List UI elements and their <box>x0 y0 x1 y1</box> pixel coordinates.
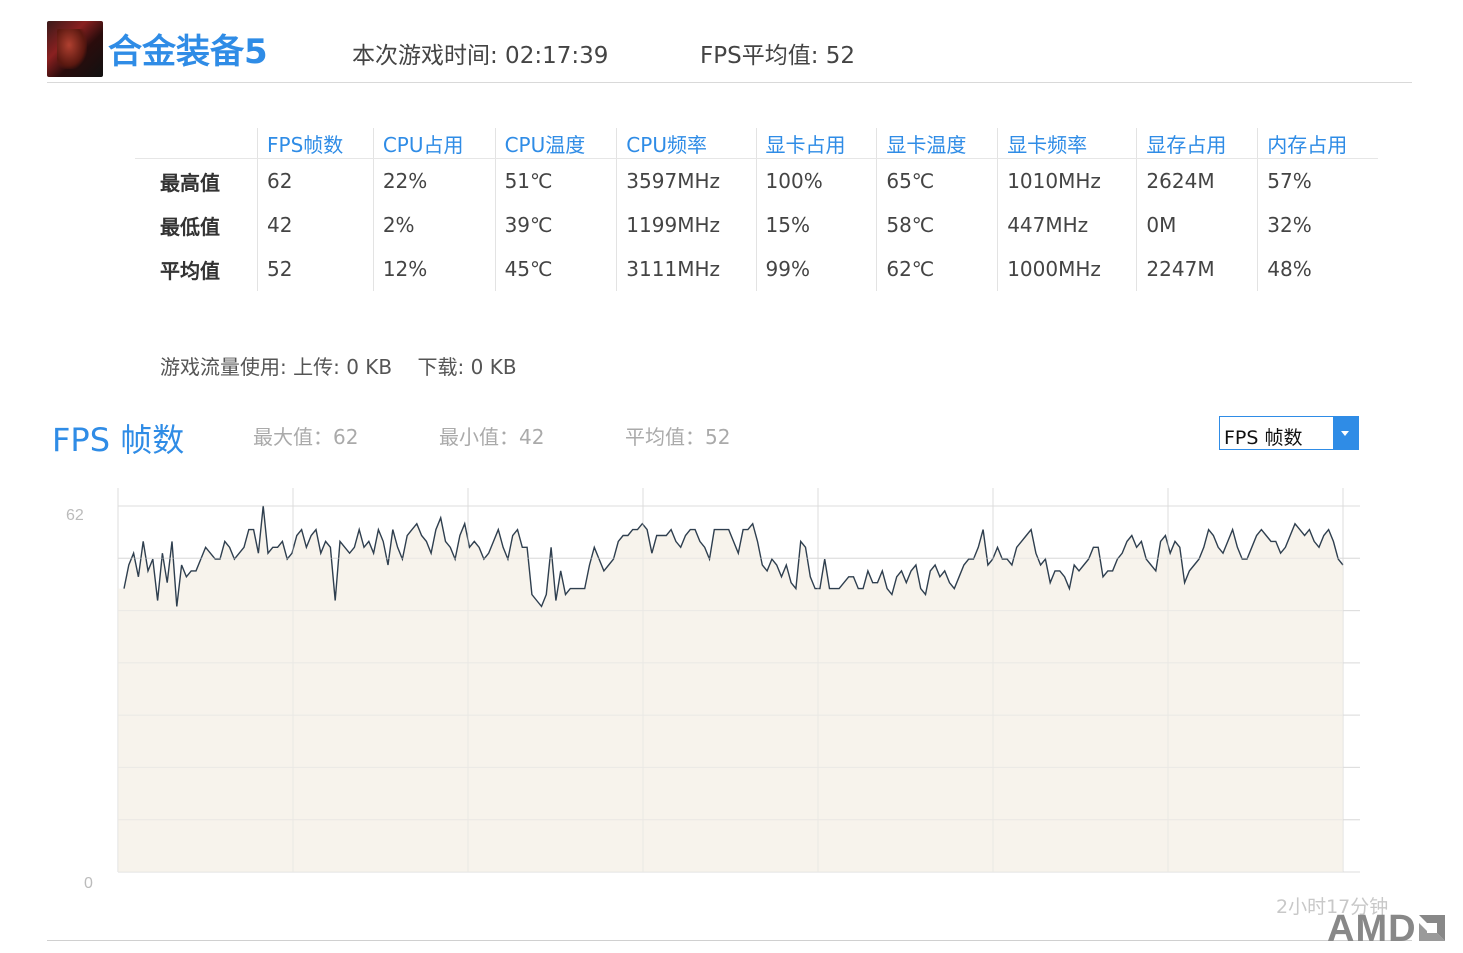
stat-cell: 100% <box>755 158 877 203</box>
amd-arrow-icon <box>1417 910 1447 941</box>
fps-chart: 62 0 <box>66 488 1360 890</box>
chevron-down-icon[interactable] <box>1333 417 1358 449</box>
row-label: 最低值 <box>160 214 220 239</box>
header-divider <box>47 82 1412 83</box>
stats-col-header: 显卡占用 <box>755 128 877 159</box>
chart-avg-stat: 平均值：52 <box>625 425 731 449</box>
footer-divider <box>47 940 1412 941</box>
stat-cell: 62 <box>257 158 374 203</box>
stat-cell: 51℃ <box>494 158 617 203</box>
fps-average-header: FPS平均值: 52 <box>700 43 856 69</box>
stat-cell: 42 <box>257 203 374 247</box>
stat-cell: 3597MHz <box>616 158 757 203</box>
stats-col-header: 内存占用 <box>1257 128 1378 159</box>
amd-logo: AMD <box>1327 908 1447 951</box>
network-traffic: 游戏流量使用: 上传: 0 KB 下载: 0 KB <box>160 355 517 379</box>
stat-cell: 2624M <box>1136 158 1258 203</box>
stats-row-avg: 平均值 52 12% 45℃ 3111MHz 99% 62℃ 1000MHz 2… <box>135 247 1378 291</box>
amd-logo-text: AMD <box>1327 908 1417 950</box>
stats-col-header: 显存占用 <box>1136 128 1258 159</box>
stat-cell: 48% <box>1257 247 1378 291</box>
row-label: 平均值 <box>160 258 220 283</box>
stat-cell: 99% <box>755 247 877 291</box>
stat-cell: 3111MHz <box>616 247 757 291</box>
stat-cell: 22% <box>372 158 496 203</box>
stat-cell: 39℃ <box>494 203 617 247</box>
stat-cell: 58℃ <box>876 203 998 247</box>
y-tick-label: 0 <box>84 875 93 890</box>
stats-table: FPS帧数 CPU占用 CPU温度 CPU频率 显卡占用 显卡温度 显卡频率 显… <box>135 128 1378 291</box>
stat-cell: 57% <box>1257 158 1378 203</box>
stat-cell: 1000MHz <box>997 247 1137 291</box>
stat-cell: 12% <box>372 247 496 291</box>
stats-row-min: 最低值 42 2% 39℃ 1199MHz 15% 58℃ 447MHz 0M … <box>135 203 1378 247</box>
y-tick-label: 62 <box>66 507 84 524</box>
chart-max-stat: 最大值：62 <box>253 425 359 449</box>
stats-row-max: 最高值 62 22% 51℃ 3597MHz 100% 65℃ 1010MHz … <box>135 158 1378 203</box>
game-title: 合金装备5 <box>108 32 268 72</box>
stat-cell: 2247M <box>1136 247 1258 291</box>
chart-min-stat: 最小值：42 <box>439 425 545 449</box>
stats-col-header: CPU温度 <box>494 128 617 159</box>
stats-corner-cell <box>135 128 258 159</box>
play-time: 本次游戏时间: 02:17:39 <box>352 43 609 69</box>
row-label: 最高值 <box>160 170 220 195</box>
metric-select-value: FPS 帧数 <box>1224 427 1303 449</box>
fps-area-fill <box>118 506 1343 872</box>
stat-cell: 0M <box>1136 203 1258 247</box>
stats-col-header: CPU占用 <box>372 128 496 159</box>
stat-cell: 447MHz <box>997 203 1137 247</box>
stats-col-header: 显卡温度 <box>876 128 998 159</box>
stat-cell: 1010MHz <box>997 158 1137 203</box>
stat-cell: 52 <box>257 247 374 291</box>
stat-cell: 45℃ <box>494 247 617 291</box>
stat-cell: 32% <box>1257 203 1378 247</box>
stats-col-header: FPS帧数 <box>257 128 374 159</box>
stat-cell: 62℃ <box>876 247 998 291</box>
stat-cell: 2% <box>372 203 496 247</box>
metric-select-dropdown[interactable]: FPS 帧数 <box>1219 416 1359 450</box>
game-icon <box>47 21 103 77</box>
stat-cell: 65℃ <box>876 158 998 203</box>
stat-cell: 15% <box>755 203 877 247</box>
stat-cell: 1199MHz <box>616 203 757 247</box>
chart-title: FPS 帧数 <box>52 421 185 459</box>
stats-col-header: 显卡频率 <box>997 128 1137 159</box>
stats-col-header: CPU频率 <box>616 128 757 159</box>
stats-header-row: FPS帧数 CPU占用 CPU温度 CPU频率 显卡占用 显卡温度 显卡频率 显… <box>135 128 1378 159</box>
